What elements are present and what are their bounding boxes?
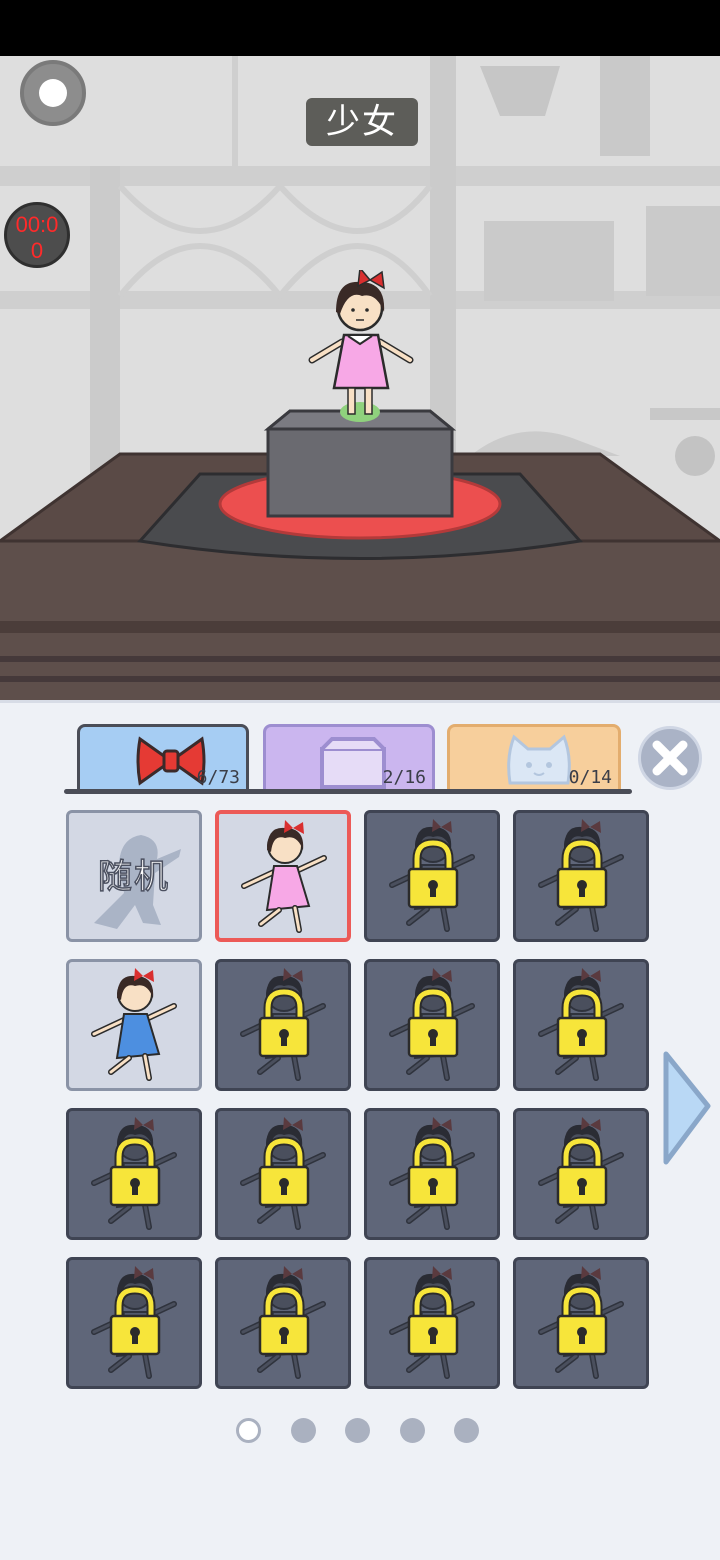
lock-icon [258,1136,310,1207]
box-icon [320,737,386,789]
girl-figure [308,270,414,422]
lock-icon [556,1136,608,1207]
locked-outfit-cell[interactable] [66,1108,202,1240]
timer-badge: 00:0 0 [4,202,70,268]
locked-outfit-cell[interactable] [364,1257,500,1389]
lock-icon [407,1285,459,1356]
page-dot-3[interactable] [345,1418,370,1443]
record-button[interactable] [20,60,86,126]
tab-cat[interactable]: 0/14 [447,724,621,790]
next-page-arrow[interactable] [660,1050,714,1166]
page-dot-4[interactable] [399,1418,425,1443]
lock-icon [556,987,608,1058]
locked-outfit-cell[interactable] [364,810,500,942]
game-scene [0,56,720,706]
locked-outfit-cell[interactable] [513,959,649,1091]
locked-outfit-cell[interactable] [215,1108,351,1240]
outfit-cell-blue[interactable] [66,959,202,1091]
tab-bows[interactable]: 6/73 [77,724,249,790]
locked-outfit-cell[interactable] [215,1257,351,1389]
locked-outfit-cell[interactable] [215,959,351,1091]
close-icon [652,740,688,776]
lock-icon [556,1285,608,1356]
timer-text-line1: 00:0 [15,212,59,237]
status-bar [0,0,720,56]
close-button[interactable] [638,726,702,790]
page-dot-2[interactable] [290,1418,316,1443]
locked-outfit-cell[interactable] [513,1257,649,1389]
tab-underline [64,789,632,794]
lock-icon [109,1285,161,1356]
lock-icon [258,1285,310,1356]
tab-box-count: 2/16 [382,767,426,788]
page-dot-1[interactable] [236,1418,261,1443]
lock-icon [556,838,608,909]
cat-icon [507,734,571,785]
tab-box[interactable]: 2/16 [263,724,435,790]
locked-outfit-cell[interactable] [66,1257,202,1389]
timer-text-line2: 0 [30,238,44,263]
lock-icon [258,987,310,1058]
lock-icon [109,1136,161,1207]
tab-bows-count: 6/73 [196,767,240,788]
lock-icon [407,987,459,1058]
lock-icon [407,1136,459,1207]
random-label: 随机 [97,856,170,898]
outfit-cell-pink[interactable] [215,810,351,942]
lock-icon [407,838,459,909]
locked-outfit-cell[interactable] [364,959,500,1091]
tab-cat-count: 0/14 [568,767,612,788]
page-dot-5[interactable] [454,1418,479,1443]
pagination [236,1418,486,1444]
locked-outfit-cell[interactable] [513,810,649,942]
character-title: 少女 [306,98,418,146]
random-outfit-cell[interactable]: 随机 [66,810,202,942]
bow-icon [136,736,206,786]
locked-outfit-cell[interactable] [364,1108,500,1240]
locked-outfit-cell[interactable] [513,1108,649,1240]
